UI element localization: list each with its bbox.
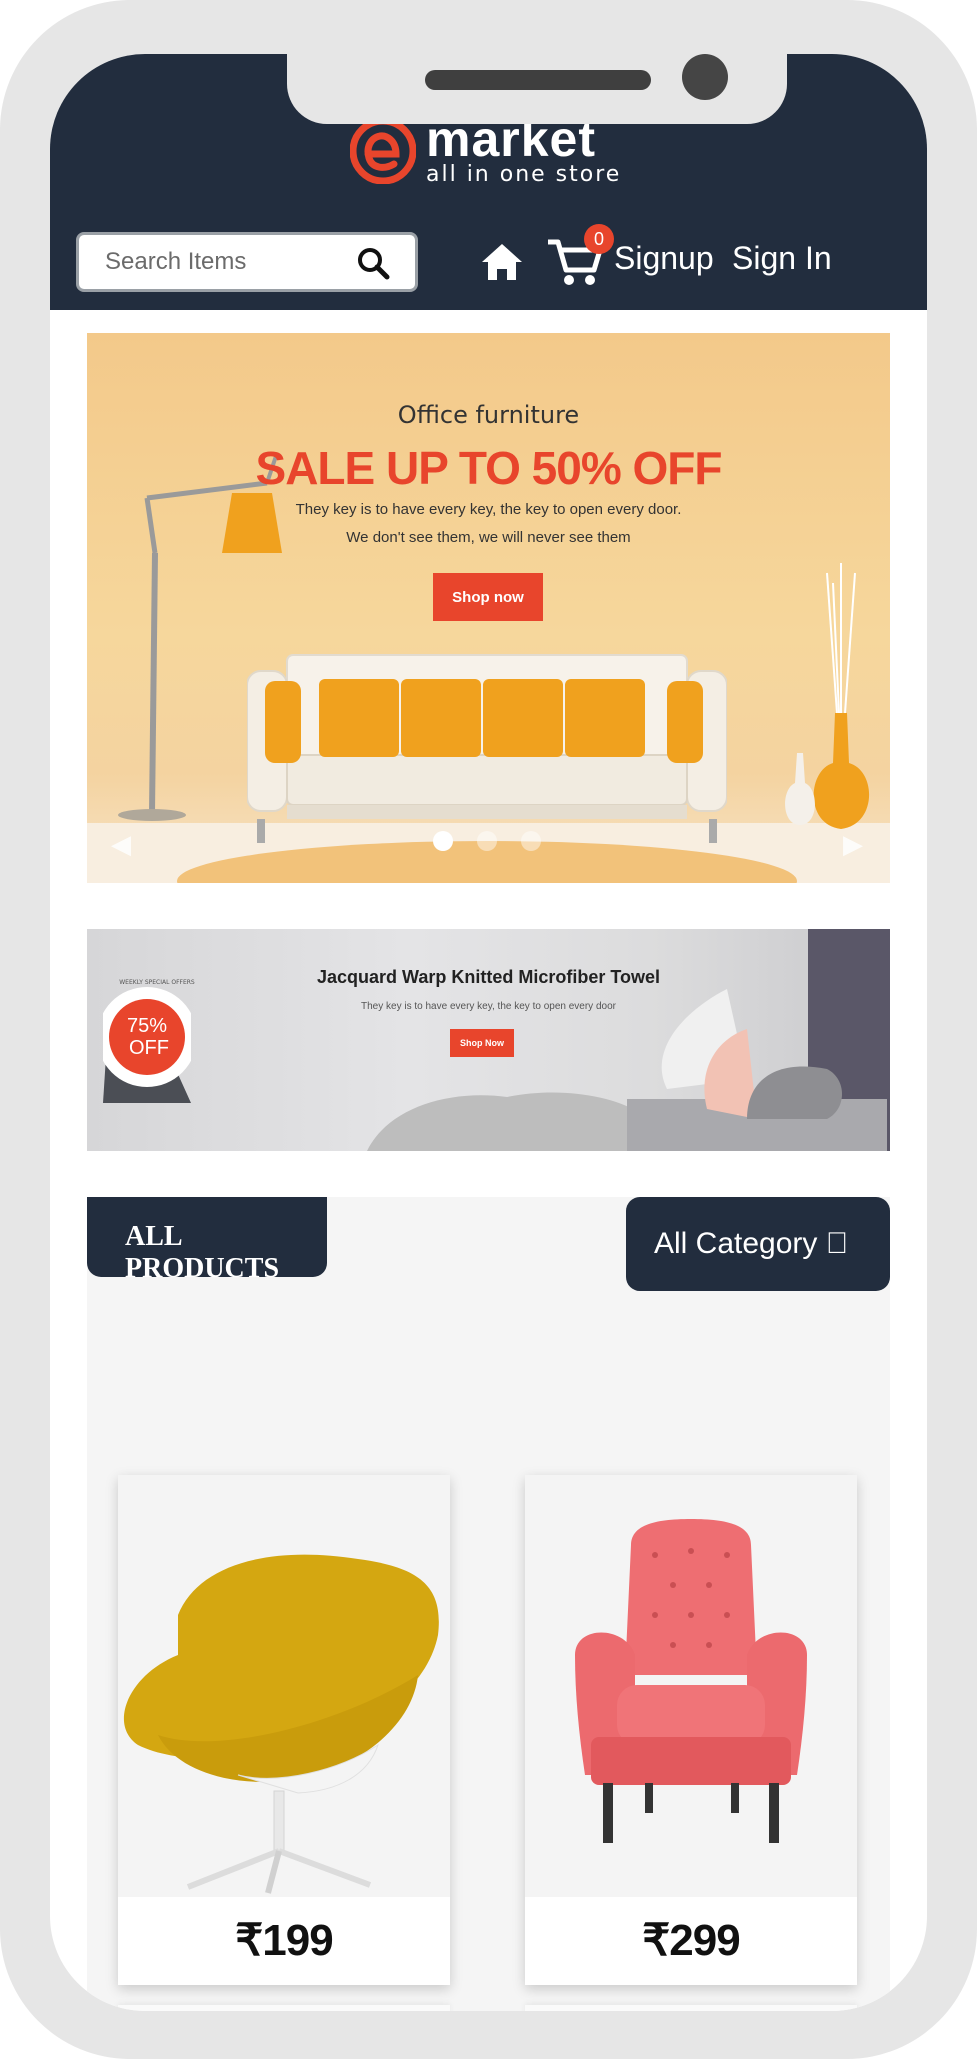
bedding-image [367, 989, 887, 1151]
search-input[interactable] [105, 245, 345, 279]
product-image [525, 1475, 857, 1897]
carousel-dot-3[interactable] [521, 831, 541, 851]
hero-kicker: Office furniture [397, 401, 580, 429]
seal-percent: 75% [127, 1015, 168, 1037]
next-product-card-peek [525, 2005, 857, 2011]
pink-armchair-image [575, 1519, 807, 1843]
front-camera [682, 54, 728, 100]
products-section: ALL PRODUCTS All Category  ₹199 [87, 1197, 890, 2011]
signin-link[interactable]: Sign In [732, 240, 832, 277]
product-price: ₹299 [642, 1916, 740, 1965]
product-card[interactable]: ₹299 [525, 1475, 857, 1985]
towel-banner-subtitle: They key is to have every key, the key t… [361, 1001, 616, 1012]
banner-shop-now-button[interactable]: Shop Now [450, 1029, 514, 1057]
towel-banner-title: Jacquard Warp Knitted Microfiber Towel [316, 967, 661, 987]
carousel-next-icon[interactable]: ▶ [843, 829, 863, 860]
hero-carousel: Office furniture SALE UP TO 50% OFF They… [87, 333, 890, 883]
towel-banner[interactable]: 75% OFF WEEKLY SPECIAL OFFERS Jacquard W… [87, 929, 890, 1151]
logo-e-icon [350, 118, 416, 184]
search-box [76, 232, 418, 292]
phone-notch [287, 54, 787, 124]
screen: market all in one store 0 Signup Sig [50, 54, 927, 2011]
all-products-heading: ALL PRODUCTS [87, 1197, 327, 1284]
carousel-prev-icon[interactable]: ◀ [111, 829, 131, 860]
product-image [118, 1475, 450, 1897]
speaker-grille [425, 70, 651, 90]
sofa-image [247, 654, 727, 843]
shop-now-button[interactable]: Shop now [433, 573, 543, 621]
search-icon[interactable] [355, 245, 391, 281]
hero-line-2: We don't see them, we will never see the… [346, 529, 631, 546]
site-logo[interactable]: market all in one store [350, 111, 670, 194]
next-product-card-peek [118, 2005, 450, 2011]
hero-line-1: They key is to have every key, the key t… [295, 501, 682, 518]
signup-link[interactable]: Signup [614, 240, 714, 277]
carousel-dot-2[interactable] [477, 831, 497, 851]
yellow-lounge-chair-image [123, 1554, 439, 1894]
hero-title: SALE UP TO 50% OFF [255, 442, 723, 494]
product-price: ₹199 [235, 1916, 333, 1965]
vase-image [785, 563, 870, 829]
category-dropdown[interactable]: All Category  [626, 1197, 890, 1291]
home-icon[interactable] [480, 240, 524, 284]
product-card[interactable]: ₹199 [118, 1475, 450, 1985]
cart-count-badge: 0 [584, 224, 614, 254]
carousel-dot-1[interactable] [433, 831, 453, 851]
seal-off: OFF [129, 1037, 169, 1059]
logo-tagline: all in one store [426, 162, 622, 187]
phone-frame: market all in one store 0 Signup Sig [0, 0, 977, 2059]
